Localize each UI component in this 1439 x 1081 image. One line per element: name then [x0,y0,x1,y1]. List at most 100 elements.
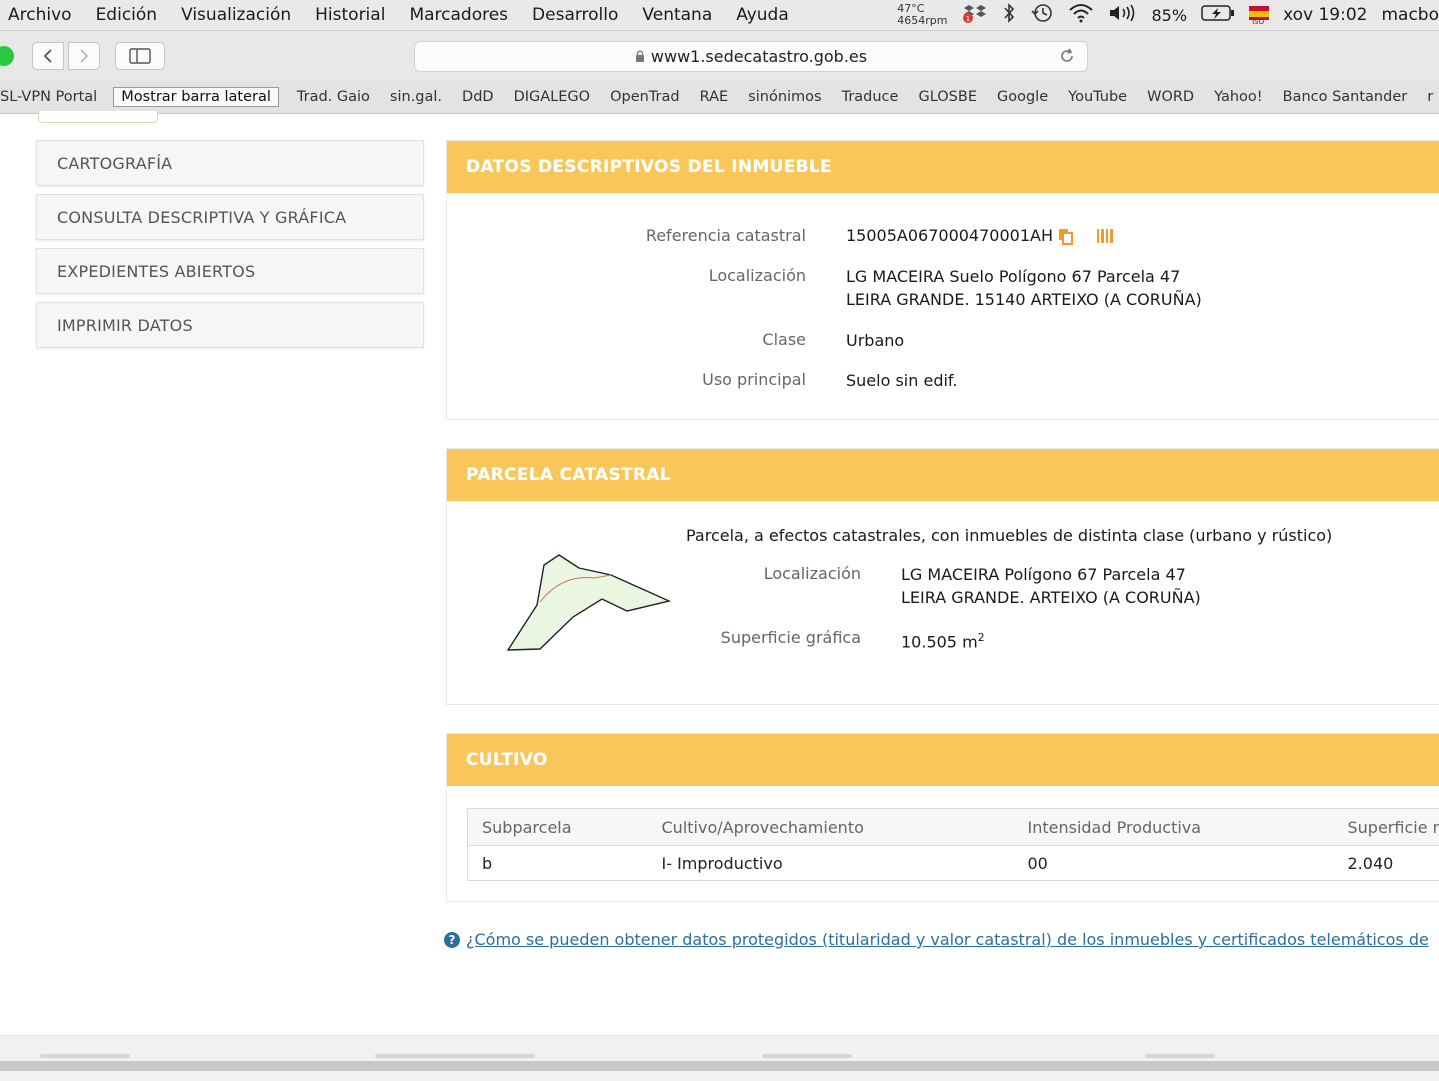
battery-charging-icon[interactable] [1201,3,1235,28]
menu-ayuda[interactable]: Ayuda [724,5,801,25]
col-cultivo: Cultivo/Aprovechamiento [648,809,1014,846]
localizacion-line2: LEIRA GRANDE. 15140 ARTEIXO (A CORUÑA) [846,288,1202,311]
bookmark-digalego[interactable]: DIGALEGO [504,89,601,105]
parcela-panel-title: PARCELA CATASTRAL [447,449,1439,501]
lock-icon [635,50,645,63]
browser-toolbar: www1.sedecatastro.gob.es [0,31,1439,81]
footer-ghost-link [375,1054,535,1058]
help-link-text: ¿Cómo se pueden obtener datos protegidos… [466,930,1429,949]
bluetooth-icon[interactable] [1002,3,1016,28]
parcela-localizacion-label: Localización [447,564,861,583]
ref-catastral-value: 15005A067000470001AH [846,224,1053,247]
menubar-clock[interactable]: xov 19:02 [1283,5,1367,25]
footer-ghost-link [762,1054,852,1058]
menu-historial[interactable]: Historial [303,5,397,25]
cell-subparcela: b [468,846,648,881]
bookmark-glosbe[interactable]: GLOSBE [908,89,987,105]
show-sidebar-button[interactable] [115,42,165,70]
bookmark-word[interactable]: WORD [1137,89,1204,105]
superficie-grafica-label: Superficie gráfica [447,628,861,647]
menu-imprimir-datos[interactable]: IMPRIMIR DATOS [36,302,424,348]
parcela-localizacion-value: LG MACEIRA Polígono 67 Parcela 47 LEIRA … [901,563,1201,609]
clase-value: Urbano [846,329,904,352]
ref-catastral-label: Referencia catastral [447,226,806,245]
bookmark-banco-santander[interactable]: Banco Santander [1273,89,1418,105]
menu-archivo[interactable]: Archivo [0,5,84,25]
time-machine-icon[interactable] [1030,2,1054,29]
col-superficie: Superficie m [1334,809,1439,846]
bookmark-overflow[interactable]: r [1417,89,1439,105]
page-footer [0,1035,1439,1081]
parcela-panel: PARCELA CATASTRAL Parcela, a efectos cat… [446,448,1439,705]
table-row: b I- Improductivo 00 2.040 [468,846,1439,881]
bookmark-youtube[interactable]: YouTube [1058,89,1137,105]
bookmark-vpn-portal[interactable]: SL-VPN Portal [0,89,107,105]
cultivo-table: Subparcela Cultivo/Aprovechamiento Inten… [467,808,1439,881]
side-menu: CARTOGRAFÍA CONSULTA DESCRIPTIVA Y GRÁFI… [36,140,424,356]
url-text: www1.sedecatastro.gob.es [651,47,867,66]
menu-expedientes-abiertos[interactable]: EXPEDIENTES ABIERTOS [36,248,424,294]
col-subparcela: Subparcela [468,809,648,846]
bookmarks-bar: SL-VPN Portal Mostrar barra lateral Trad… [0,81,1439,114]
macos-menubar: Archivo Edición Visualización Historial … [0,0,1439,31]
parcela-localizacion-line2: LEIRA GRANDE. ARTEIXO (A CORUÑA) [901,586,1201,609]
cell-cultivo: I- Improductivo [648,846,1014,881]
menubar-user[interactable]: macbo [1381,5,1439,25]
bookmark-yahoo[interactable]: Yahoo! [1204,89,1273,105]
menu-consulta-descriptiva[interactable]: CONSULTA DESCRIPTIVA Y GRÁFICA [36,194,424,240]
forward-button[interactable] [68,42,100,70]
bookmark-sin-gal[interactable]: sin.gal. [380,89,452,105]
bookmark-opentrad[interactable]: OpenTrad [600,89,690,105]
menu-ventana[interactable]: Ventana [630,5,724,25]
menu-cartografia[interactable]: CARTOGRAFÍA [36,140,424,186]
spanish-flag-input-icon[interactable]: ISO [1249,4,1269,26]
inmueble-panel-title: DATOS DESCRIPTIVOS DEL INMUEBLE [447,141,1439,193]
sidebar-tooltip: Mostrar barra lateral [113,87,279,107]
bookmark-google[interactable]: Google [987,89,1058,105]
bookmark-ddd[interactable]: DdD [452,89,504,105]
window-zoom-button[interactable] [0,46,14,66]
help-protected-data-link[interactable]: ? ¿Cómo se pueden obtener datos protegid… [444,930,1429,949]
cultivo-panel-title: CULTIVO [447,734,1439,786]
superficie-number: 10.505 m [901,632,978,651]
parcela-note: Parcela, a efectos catastrales, con inmu… [686,524,1332,547]
page-tab-stub [38,111,158,123]
menu-visualizacion[interactable]: Visualización [169,5,303,25]
footer-scrollbar[interactable] [0,1061,1439,1071]
uso-principal-label: Uso principal [447,370,806,389]
table-header-row: Subparcela Cultivo/Aprovechamiento Inten… [468,809,1439,846]
fan-rpm-value: 4654rpm [897,15,947,27]
menu-marcadores[interactable]: Marcadores [397,5,520,25]
menu-desarrollo[interactable]: Desarrollo [520,5,630,25]
cultivo-panel: CULTIVO Subparcela Cultivo/Aprovechamien… [446,733,1439,902]
parcela-localizacion-line1: LG MACEIRA Polígono 67 Parcela 47 [901,563,1201,586]
battery-percent: 85% [1152,6,1188,25]
localizacion-value: LG MACEIRA Suelo Polígono 67 Parcela 47 … [846,265,1202,311]
cell-superficie: 2.040 [1334,846,1439,881]
svg-text:1: 1 [965,15,969,23]
menu-edicion[interactable]: Edición [84,5,170,25]
bookmark-trad-gaio[interactable]: Trad. Gaio [287,89,380,105]
bookmark-traduce[interactable]: Traduce [832,89,909,105]
dropbox-icon[interactable]: 1 [962,2,988,29]
status-area: 47°C 4654rpm 1 85% ISO xov 19: [897,2,1439,29]
superficie-unit-exponent: 2 [978,631,985,644]
volume-icon[interactable] [1108,3,1138,28]
clase-label: Clase [447,330,806,349]
cell-intensidad: 00 [1014,846,1334,881]
temperature-widget[interactable]: 47°C 4654rpm [897,3,947,27]
chevron-right-icon [78,48,90,64]
bookmark-sinonimos[interactable]: sinónimos [738,89,831,105]
bookmark-rae[interactable]: RAE [690,89,739,105]
col-intensidad: Intensidad Productiva [1014,809,1334,846]
address-bar[interactable]: www1.sedecatastro.gob.es [414,41,1088,72]
wifi-icon[interactable] [1068,3,1094,28]
back-button[interactable] [32,42,64,70]
localizacion-line1: LG MACEIRA Suelo Polígono 67 Parcela 47 [846,265,1202,288]
uso-principal-value: Suelo sin edif. [846,369,957,392]
barcode-icon[interactable] [1095,227,1115,245]
copy-icon[interactable] [1057,227,1075,245]
footer-ghost-link [1145,1054,1215,1058]
reload-icon[interactable] [1057,46,1077,66]
sidebar-icon [129,48,151,64]
